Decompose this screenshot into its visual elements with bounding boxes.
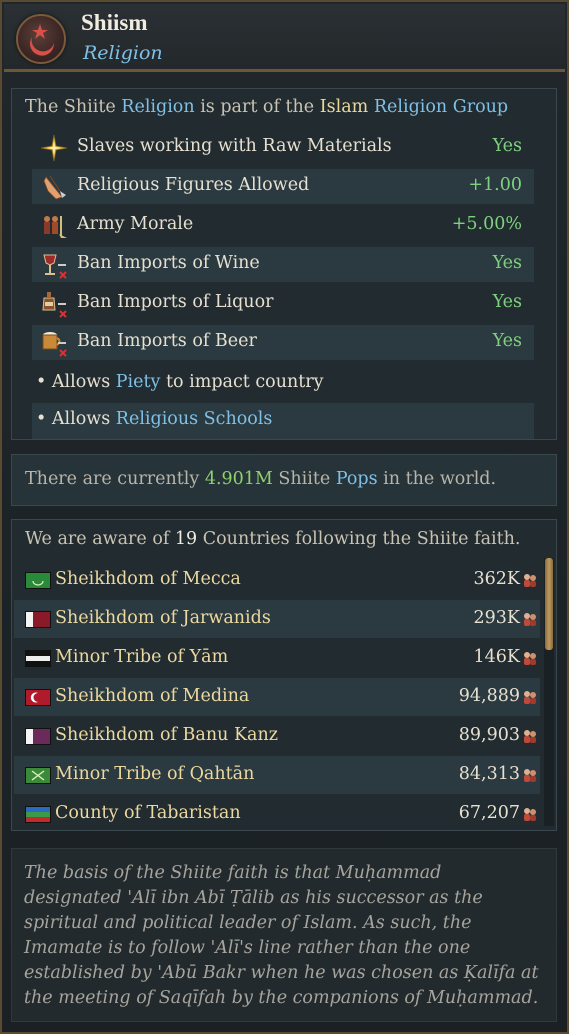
country-pops: 89,903 bbox=[458, 725, 520, 745]
modifier-label: Army Morale bbox=[77, 214, 194, 234]
pops-summary: There are currently 4.901M Shiite Pops i… bbox=[25, 469, 497, 489]
country-row[interactable]: County of Tabaristan 67,207 bbox=[14, 795, 540, 833]
pops-icon bbox=[521, 610, 539, 628]
pops-link[interactable]: Pops bbox=[336, 469, 378, 489]
liquor-banned-icon bbox=[40, 290, 68, 318]
wine-banned-icon bbox=[40, 251, 68, 279]
scrollbar-thumb[interactable] bbox=[545, 558, 553, 650]
modifier-label: Ban Imports of Liquor bbox=[77, 292, 274, 312]
pops-icon bbox=[521, 649, 539, 667]
country-name: County of Tabaristan bbox=[55, 803, 241, 823]
soldiers-icon bbox=[40, 212, 68, 240]
countries-scrollbar[interactable] bbox=[544, 558, 554, 826]
modifier-row: Army Morale +5.00% bbox=[32, 208, 534, 243]
country-name: Sheikhdom of Banu Kanz bbox=[55, 725, 278, 745]
countries-count: 19 bbox=[174, 529, 198, 549]
country-row[interactable]: Sheikhdom of Banu Kanz 89,903 bbox=[14, 717, 540, 755]
modifier-value: Yes bbox=[492, 253, 522, 273]
description-panel: The basis of the Shiite faith is that Mu… bbox=[11, 848, 557, 1022]
modifier-label: Ban Imports of Wine bbox=[77, 253, 260, 273]
country-name: Sheikhdom of Mecca bbox=[55, 569, 241, 589]
piety-link[interactable]: Piety bbox=[116, 372, 161, 392]
pops-icon bbox=[521, 766, 539, 784]
tooltip-header: Shiism Religion bbox=[4, 4, 565, 72]
religion-link[interactable]: Religion bbox=[121, 97, 194, 117]
beer-banned-icon bbox=[40, 329, 68, 357]
pops-icon bbox=[521, 727, 539, 745]
country-row[interactable]: Sheikhdom of Medina 94,889 bbox=[14, 678, 540, 716]
modifiers-panel: The Shiite Religion is part of the Islam… bbox=[11, 88, 557, 440]
modifier-row: Slaves working with Raw Materials Yes bbox=[32, 130, 534, 165]
religion-group-link[interactable]: Religion Group bbox=[374, 97, 508, 117]
country-pops: 94,889 bbox=[458, 686, 520, 706]
modifier-row: Ban Imports of Liquor Yes bbox=[32, 286, 534, 321]
maroon-white-flag bbox=[25, 611, 51, 628]
country-row[interactable]: Minor Tribe of Yām 146K bbox=[14, 639, 540, 677]
religion-tooltip: Shiism Religion The Shiite Religion is p… bbox=[0, 0, 569, 1034]
countries-summary: We are aware of 19 Countries following t… bbox=[25, 529, 521, 549]
religion-intro: The Shiite Religion is part of the Islam… bbox=[25, 97, 509, 117]
modifier-value: Yes bbox=[492, 292, 522, 312]
religious-schools-link[interactable]: Religious Schools bbox=[116, 409, 273, 429]
tricolor-flag bbox=[25, 806, 51, 823]
country-pops: 146K bbox=[473, 647, 520, 667]
black-white-striped-flag bbox=[25, 650, 51, 667]
country-row[interactable]: Sheikhdom of Jarwanids 293K bbox=[14, 600, 540, 638]
star-crescent-icon bbox=[16, 14, 66, 64]
pops-icon bbox=[521, 688, 539, 706]
modifier-value: Yes bbox=[492, 136, 522, 156]
pops-panel: There are currently 4.901M Shiite Pops i… bbox=[11, 454, 557, 506]
country-pops: 84,313 bbox=[458, 764, 520, 784]
religion-group-name: Islam bbox=[319, 97, 369, 117]
country-row[interactable]: Sheikhdom of Mecca 362K bbox=[14, 561, 540, 599]
religion-description: The basis of the Shiite faith is that Mu… bbox=[24, 863, 539, 1008]
page-title: Shiism bbox=[81, 10, 148, 35]
country-name: Sheikhdom of Medina bbox=[55, 686, 250, 706]
modifier-label: Religious Figures Allowed bbox=[77, 175, 310, 195]
country-name: Minor Tribe of Qahtān bbox=[55, 764, 255, 784]
red-crescent-flag bbox=[25, 689, 51, 706]
modifier-row: Religious Figures Allowed +1.00 bbox=[32, 169, 534, 204]
modifier-value: Yes bbox=[492, 331, 522, 351]
modifier-value: +5.00% bbox=[451, 214, 522, 234]
modifier-row: Ban Imports of Wine Yes bbox=[32, 247, 534, 282]
country-name: Sheikhdom of Jarwanids bbox=[55, 608, 271, 628]
page-subtitle[interactable]: Religion bbox=[83, 42, 163, 64]
green-swords-flag bbox=[25, 767, 51, 784]
pops-icon bbox=[521, 805, 539, 823]
bullet-piety: • Allows Piety to impact country bbox=[36, 372, 324, 392]
praying-hands-icon bbox=[40, 173, 68, 201]
purple-white-flag bbox=[25, 728, 51, 745]
bullet-religious-schools: • Allows Religious Schools bbox=[32, 403, 534, 439]
modifier-label: Ban Imports of Beer bbox=[77, 331, 257, 351]
countries-panel: We are aware of 19 Countries following t… bbox=[11, 519, 557, 831]
pops-amount: 4.901M bbox=[204, 469, 273, 489]
pops-icon bbox=[521, 571, 539, 589]
green-crescent-flag bbox=[25, 572, 51, 589]
country-pops: 293K bbox=[473, 608, 520, 628]
modifier-value: +1.00 bbox=[468, 175, 522, 195]
country-pops: 362K bbox=[473, 569, 520, 589]
country-row[interactable]: Minor Tribe of Qahtān 84,313 bbox=[14, 756, 540, 794]
modifier-label: Slaves working with Raw Materials bbox=[77, 136, 392, 156]
modifier-row: Ban Imports of Beer Yes bbox=[32, 325, 534, 360]
country-name: Minor Tribe of Yām bbox=[55, 647, 229, 667]
country-pops: 67,207 bbox=[458, 803, 520, 823]
compass-star-icon bbox=[40, 134, 68, 162]
